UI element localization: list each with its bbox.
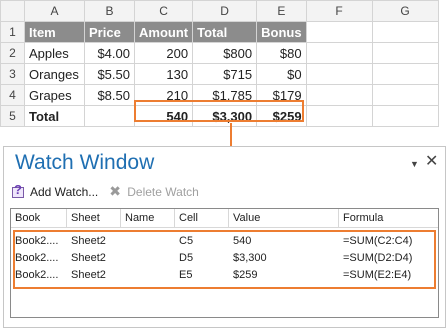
cell-d5[interactable]: $3,300 [192, 105, 258, 127]
row-header-1[interactable]: 1 [0, 21, 25, 43]
cell-e5[interactable]: $259 [256, 105, 307, 127]
watch-row[interactable]: Book2.... Sheet2 C5 540 =SUM(C2:C4) [11, 233, 438, 250]
column-header-d[interactable]: D [192, 0, 258, 22]
watch-toolbar: ? Add Watch... ✖ Delete Watch [11, 182, 199, 202]
cell-c3[interactable]: 130 [133, 63, 194, 85]
cell-b1[interactable]: Price [84, 21, 135, 43]
column-header-g[interactable]: G [371, 0, 439, 22]
close-icon[interactable]: ✕ [425, 151, 438, 171]
cell-d3[interactable]: $715 [192, 63, 258, 85]
cell-b2[interactable]: $4.00 [84, 42, 135, 64]
row-sheet: Sheet2 [71, 269, 106, 281]
cell-a1[interactable]: Item [24, 21, 85, 43]
cell-d4[interactable]: $1,785 [192, 84, 258, 106]
watch-row[interactable]: Book2.... Sheet2 E5 $259 =SUM(E2:E4) [11, 267, 438, 284]
cell-d2[interactable]: $800 [192, 42, 258, 64]
row-cell: E5 [179, 269, 193, 281]
cell-f4[interactable] [305, 84, 373, 106]
column-header-b[interactable]: B [84, 0, 135, 22]
delete-watch-icon: ✖ [109, 183, 121, 199]
watch-row[interactable]: Book2.... Sheet2 D5 $3,300 =SUM(D2:D4) [11, 250, 438, 267]
cell-g3[interactable] [371, 63, 439, 85]
add-watch-button[interactable]: ? Add Watch... [11, 182, 99, 200]
row-book: Book2.... [15, 269, 59, 281]
column-header-book[interactable]: Book [11, 209, 67, 228]
cell-c2[interactable]: 200 [133, 42, 194, 64]
row-value: 540 [233, 235, 252, 247]
cell-e1[interactable]: Bonus [256, 21, 307, 43]
watch-window-panel: Watch Window ▼ ✕ ? Add Watch... ✖ Delete… [3, 146, 446, 328]
watch-list-grid: Book Sheet Name Cell Value Formula Book2… [10, 208, 439, 318]
column-header-name[interactable]: Name [121, 209, 175, 228]
row-book: Book2.... [15, 235, 59, 247]
column-header-c[interactable]: C [133, 0, 194, 22]
row-header-3[interactable]: 3 [0, 63, 25, 85]
row-formula: =SUM(C2:C4) [343, 235, 413, 247]
watch-window-title: Watch Window [15, 151, 155, 174]
row-header-5[interactable]: 5 [0, 105, 25, 127]
cell-e4[interactable]: $179 [256, 84, 307, 106]
cell-c4[interactable]: 210 [133, 84, 194, 106]
row-sheet: Sheet2 [71, 235, 106, 247]
cell-f3[interactable] [305, 63, 373, 85]
cell-b3[interactable]: $5.50 [84, 63, 135, 85]
cell-c1[interactable]: Amount [133, 21, 194, 43]
row-value: $259 [233, 269, 258, 281]
spreadsheet-grid: A B C D E F G 1 Item Price Amount Total … [0, 0, 448, 127]
row-cell: D5 [179, 252, 194, 264]
column-header-cell[interactable]: Cell [175, 209, 229, 228]
cell-b4[interactable]: $8.50 [84, 84, 135, 106]
select-all-corner[interactable] [0, 0, 25, 22]
cell-b5[interactable] [84, 105, 135, 127]
cell-g1[interactable] [371, 21, 439, 43]
cell-a4[interactable]: Grapes [24, 84, 85, 106]
add-watch-icon: ? [11, 182, 27, 200]
cell-a5[interactable]: Total [24, 105, 85, 127]
column-header-sheet[interactable]: Sheet [67, 209, 121, 228]
column-header-a[interactable]: A [24, 0, 85, 22]
cell-a2[interactable]: Apples [24, 42, 85, 64]
delete-watch-label: Delete Watch [127, 185, 199, 199]
chevron-down-icon[interactable]: ▼ [410, 159, 419, 169]
delete-watch-button[interactable]: ✖ Delete Watch [108, 183, 199, 200]
cell-d1[interactable]: Total [192, 21, 258, 43]
cell-g2[interactable] [371, 42, 439, 64]
add-watch-label: Add Watch... [30, 185, 99, 199]
row-sheet: Sheet2 [71, 252, 106, 264]
row-value: $3,300 [233, 252, 267, 264]
column-header-value[interactable]: Value [229, 209, 339, 228]
column-header-f[interactable]: F [305, 0, 373, 22]
row-book: Book2.... [15, 252, 59, 264]
cell-e2[interactable]: $80 [256, 42, 307, 64]
cell-g5[interactable] [371, 105, 439, 127]
cell-f5[interactable] [305, 105, 373, 127]
cell-e3[interactable]: $0 [256, 63, 307, 85]
column-header-formula[interactable]: Formula [339, 209, 438, 228]
column-header-e[interactable]: E [256, 0, 307, 22]
row-header-2[interactable]: 2 [0, 42, 25, 64]
row-cell: C5 [179, 235, 194, 247]
cell-a3[interactable]: Oranges [24, 63, 85, 85]
cell-c5[interactable]: 540 [133, 105, 194, 127]
row-header-4[interactable]: 4 [0, 84, 25, 106]
row-formula: =SUM(D2:D4) [343, 252, 413, 264]
row-formula: =SUM(E2:E4) [343, 269, 412, 281]
cell-g4[interactable] [371, 84, 439, 106]
cell-f2[interactable] [305, 42, 373, 64]
cell-f1[interactable] [305, 21, 373, 43]
